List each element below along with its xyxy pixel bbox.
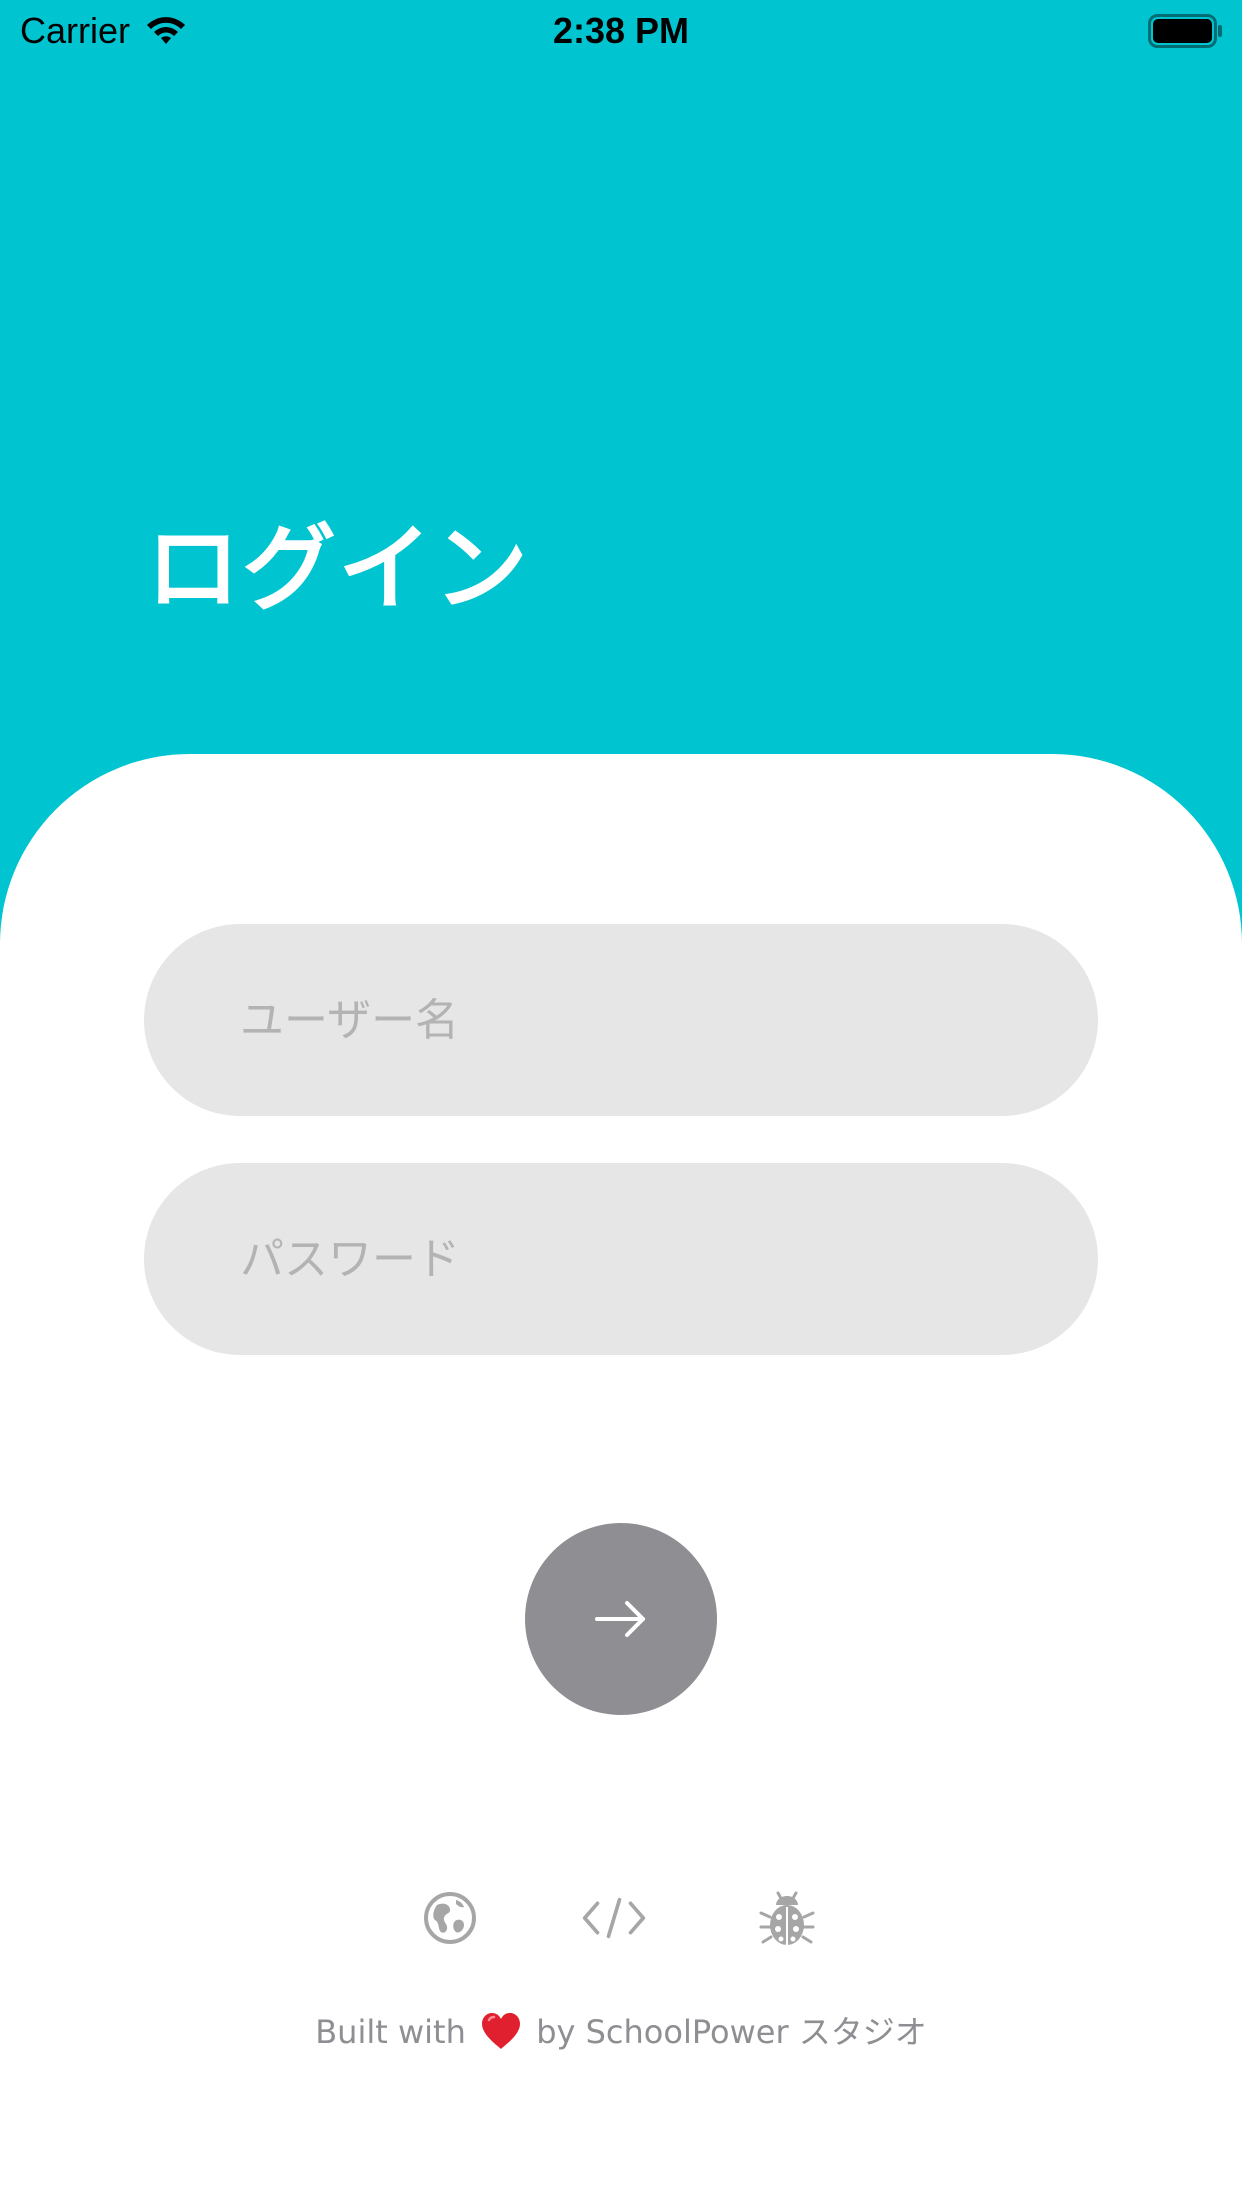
battery-icon [1148,14,1222,48]
status-bar: Carrier 2:38 PM [0,0,1242,62]
footer-by-text: by SchoolPower スタジオ [536,2013,927,2051]
code-icon [582,1897,646,1939]
page-title: ログイン [146,515,531,624]
globe-icon [424,1892,476,1944]
login-submit-button[interactable] [525,1523,717,1715]
arrow-right-icon [595,1601,645,1637]
website-link[interactable] [417,1885,483,1951]
footer-built-with: Built with [315,2013,466,2051]
status-time: 2:38 PM [552,10,690,51]
link-icon-row [0,1885,1242,1951]
username-input[interactable] [144,924,1098,1116]
heart-icon [482,2013,521,2049]
bug-icon [759,1891,815,1945]
footer-credit: Built with by SchoolPower スタジオ [0,2004,1242,2060]
login-screen: Carrier 2:38 PM ログイン ユーザー名 Built with by… [0,0,1242,2208]
password-input[interactable] [144,1163,1098,1355]
bug-report-link[interactable] [754,1885,820,1951]
source-code-link[interactable] [581,1885,647,1951]
